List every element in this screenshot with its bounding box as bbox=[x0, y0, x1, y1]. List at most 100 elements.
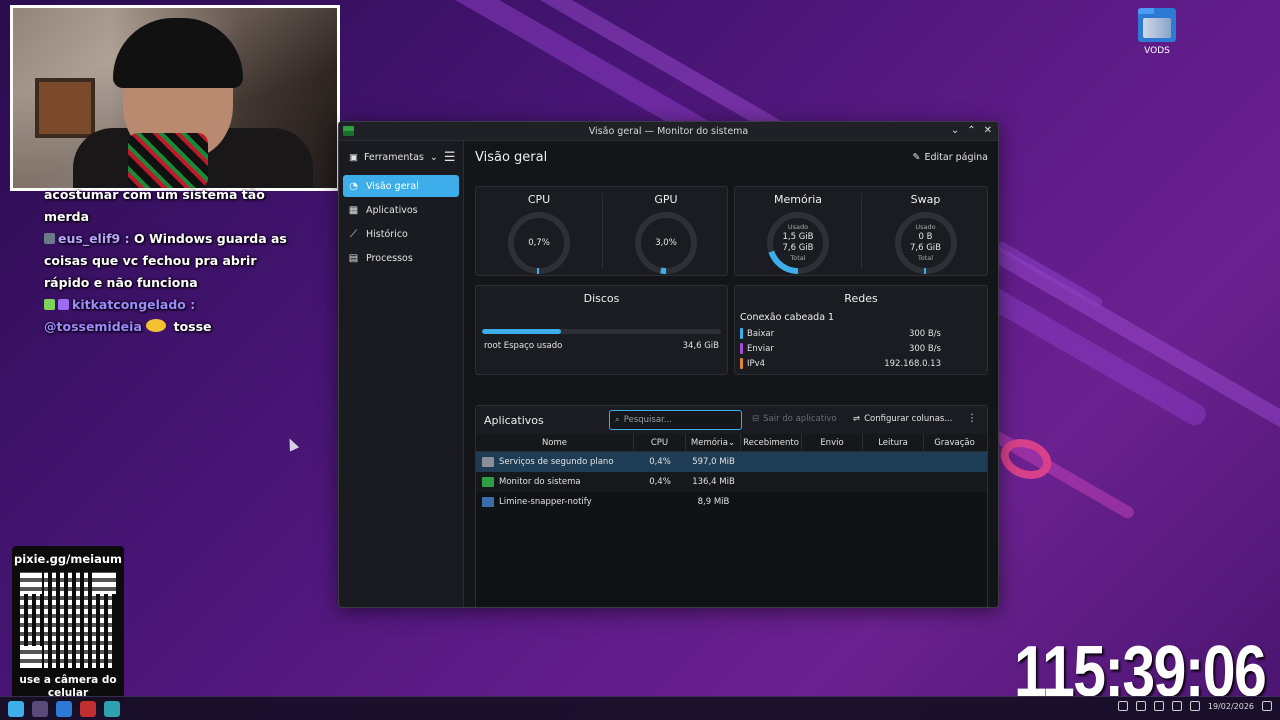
tools-label: Ferramentas bbox=[363, 151, 424, 163]
disks-title: Discos bbox=[583, 292, 620, 305]
badge-icon bbox=[44, 299, 55, 310]
desktop-icon-vods[interactable]: VODS bbox=[1134, 8, 1180, 56]
more-options-icon[interactable]: ⋮ bbox=[967, 413, 977, 424]
applications-panel: Aplicativos ⌕ Pesquisar... ⊟ Sair do apl… bbox=[475, 405, 988, 607]
sidebar-item-label: Processos bbox=[366, 252, 413, 264]
network-connection-name: Conexão cabeada 1 bbox=[740, 312, 835, 323]
folder-icon bbox=[1138, 8, 1176, 42]
configure-columns-button[interactable]: ⇌ Configurar colunas... bbox=[853, 414, 952, 424]
tray-icon[interactable] bbox=[1171, 701, 1182, 711]
edit-page-button[interactable]: ✎ Editar página bbox=[913, 152, 988, 163]
sidebar-item-label: Aplicativos bbox=[366, 204, 418, 216]
table-row[interactable]: Limine-snapper-notify 8,9 MiB bbox=[476, 492, 987, 512]
table-header: Nome CPU Memória ⌄ Recebimento Envio Lei… bbox=[476, 434, 987, 452]
search-placeholder: Pesquisar... bbox=[623, 415, 672, 425]
cpu-gpu-card: CPU 0,7% GPU 3,0% bbox=[475, 186, 728, 276]
sidebar-item-overview[interactable]: ◔ Visão geral bbox=[343, 175, 459, 197]
memory-total: 7,6 GiB bbox=[782, 243, 814, 253]
disk-usage-fill bbox=[482, 329, 561, 334]
tray-icon[interactable] bbox=[1153, 701, 1164, 711]
disks-card: Discos root Espaço usado 34,6 GiB bbox=[475, 285, 728, 375]
column-header-name[interactable]: Nome bbox=[476, 434, 634, 451]
gpu-gauge-cell: GPU 3,0% bbox=[603, 187, 729, 275]
show-desktop-icon[interactable] bbox=[1262, 701, 1272, 711]
table-row[interactable]: Monitor do sistema 0,4% 136,4 MiB bbox=[476, 472, 987, 492]
sidebar-item-processes[interactable]: ▤ Processos bbox=[343, 247, 459, 269]
desktop-icon-label: VODS bbox=[1144, 46, 1170, 56]
search-icon: ⌕ bbox=[615, 415, 620, 425]
process-icon: ▤ bbox=[348, 252, 359, 264]
system-monitor-window: Visão geral — Monitor do sistema ⌄ ⌃ ✕ ▣… bbox=[338, 121, 999, 608]
sidebar-item-applications[interactable]: ▦ Aplicativos bbox=[343, 199, 459, 221]
window-titlebar[interactable]: Visão geral — Monitor do sistema ⌄ ⌃ ✕ bbox=[339, 122, 998, 141]
disk-name: root Espaço usado bbox=[484, 341, 563, 351]
exit-application-button[interactable]: ⊟ Sair do aplicativo bbox=[752, 414, 837, 424]
cpu-value: 0,7% bbox=[528, 237, 550, 248]
chat-username: eus_elif9 : bbox=[58, 231, 130, 246]
column-header-received[interactable]: Recebimento bbox=[741, 434, 802, 451]
disk-value: 34,6 GiB bbox=[682, 341, 719, 351]
column-header-sent[interactable]: Envio bbox=[802, 434, 863, 451]
tray-icon[interactable] bbox=[1189, 701, 1200, 711]
emote-icon bbox=[146, 319, 167, 332]
network-title: Redes bbox=[844, 292, 878, 305]
sort-chevron-icon: ⌄ bbox=[727, 437, 736, 448]
window-title: Visão geral — Monitor do sistema bbox=[588, 126, 749, 137]
main-content: Visão geral ✎ Editar página CPU 0,7% GPU… bbox=[465, 141, 998, 607]
app-icon bbox=[482, 497, 494, 507]
upload-color-marker bbox=[740, 343, 743, 354]
chart-icon: ⟋ bbox=[350, 228, 357, 240]
badge-icon bbox=[44, 233, 55, 244]
network-row-download: Baixar 300 B/s bbox=[740, 327, 941, 340]
disk-usage-bar bbox=[482, 329, 721, 334]
chat-message: kitkatcongelado : bbox=[44, 294, 304, 316]
badge-icon bbox=[58, 299, 69, 310]
table-row[interactable]: Serviços de segundo plano 0,4% 597,0 MiB bbox=[476, 452, 987, 472]
close-icon[interactable]: ✕ bbox=[984, 125, 992, 136]
chevron-down-icon: ⌄ bbox=[429, 151, 438, 163]
taskbar-app-icon[interactable] bbox=[80, 701, 96, 717]
taskbar-app-icon[interactable] bbox=[104, 701, 120, 717]
memory-gauge: Usado 1,5 GiB 7,6 GiB Total bbox=[767, 212, 829, 274]
tray-icon[interactable] bbox=[1135, 701, 1146, 711]
network-card: Redes Conexão cabeada 1 Baixar 300 B/s E… bbox=[734, 285, 988, 375]
taskbar-app-icon[interactable] bbox=[8, 701, 24, 717]
swap-label: Swap bbox=[910, 193, 941, 206]
column-header-read[interactable]: Leitura bbox=[863, 434, 924, 451]
column-header-write[interactable]: Gravação bbox=[924, 434, 985, 451]
minimize-icon[interactable]: ⌄ bbox=[951, 125, 959, 136]
qr-code-icon bbox=[20, 572, 116, 668]
download-color-marker bbox=[740, 328, 743, 339]
search-input[interactable]: ⌕ Pesquisar... bbox=[609, 410, 742, 430]
applications-title: Aplicativos bbox=[484, 413, 544, 427]
taskbar-app-icon[interactable] bbox=[32, 701, 48, 717]
column-header-cpu[interactable]: CPU bbox=[634, 434, 686, 451]
toolbox-icon: ▣ bbox=[349, 151, 358, 163]
swap-used: 0 B bbox=[918, 232, 933, 242]
memory-label: Memória bbox=[773, 193, 823, 206]
pencil-icon: ✎ bbox=[912, 151, 921, 163]
chat-overlay: acostumar com um sistema tão merda eus_e… bbox=[44, 184, 304, 338]
qr-card: pixie.gg/meiaum use a câmera do celular bbox=[12, 546, 124, 708]
chat-username: kitkatcongelado : bbox=[72, 297, 196, 312]
swap-total: 7,6 GiB bbox=[910, 243, 941, 253]
cpu-label: CPU bbox=[527, 193, 551, 206]
exit-icon: ⊟ bbox=[752, 414, 760, 424]
ipv4-color-marker bbox=[740, 358, 743, 369]
hamburger-menu-icon[interactable]: ☰ bbox=[444, 150, 456, 165]
sidebar-item-history[interactable]: ⟋ Histórico bbox=[343, 223, 459, 245]
tray-icon[interactable] bbox=[1117, 701, 1128, 711]
taskbar: 19/02/2026 bbox=[0, 696, 1280, 720]
app-icon bbox=[482, 477, 494, 487]
maximize-icon[interactable]: ⌃ bbox=[967, 125, 975, 136]
tray-date[interactable]: 19/02/2026 bbox=[1208, 702, 1254, 711]
cpu-gauge-cell: CPU 0,7% bbox=[476, 187, 602, 275]
chat-message: eus_elif9 : O Windows guarda as coisas q… bbox=[44, 231, 287, 290]
mouse-cursor-icon bbox=[284, 436, 300, 452]
swap-gauge: Usado 0 B 7,6 GiB Total bbox=[894, 212, 957, 274]
tools-menu-button[interactable]: ▣ Ferramentas ⌄ ☰ bbox=[339, 141, 463, 173]
chat-message: acostumar com um sistema tão merda bbox=[44, 187, 265, 224]
qr-url: pixie.gg/meiaum bbox=[13, 552, 123, 566]
taskbar-app-icon[interactable] bbox=[56, 701, 72, 717]
column-header-memory[interactable]: Memória ⌄ bbox=[686, 434, 741, 451]
